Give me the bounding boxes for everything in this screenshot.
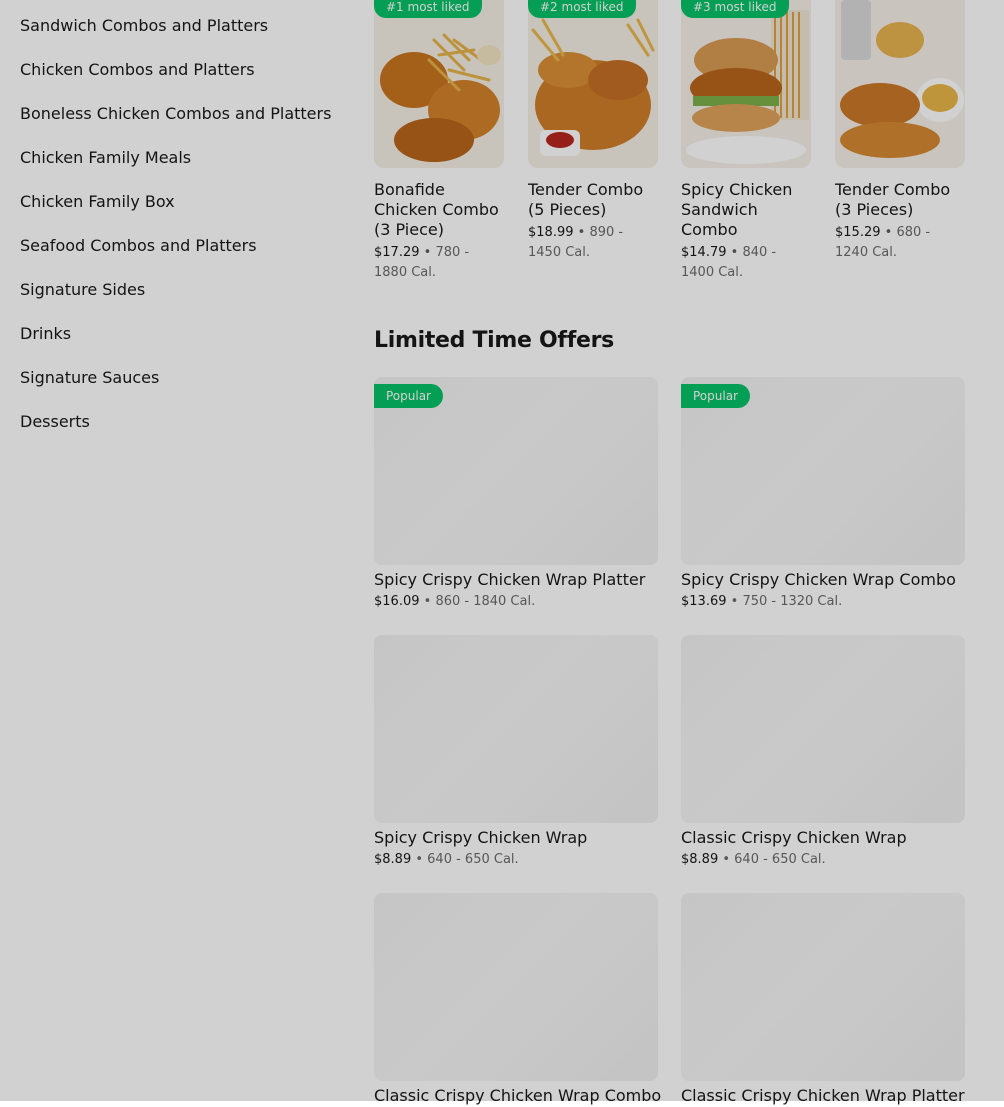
modal-backdrop[interactable] [0, 0, 1004, 1101]
